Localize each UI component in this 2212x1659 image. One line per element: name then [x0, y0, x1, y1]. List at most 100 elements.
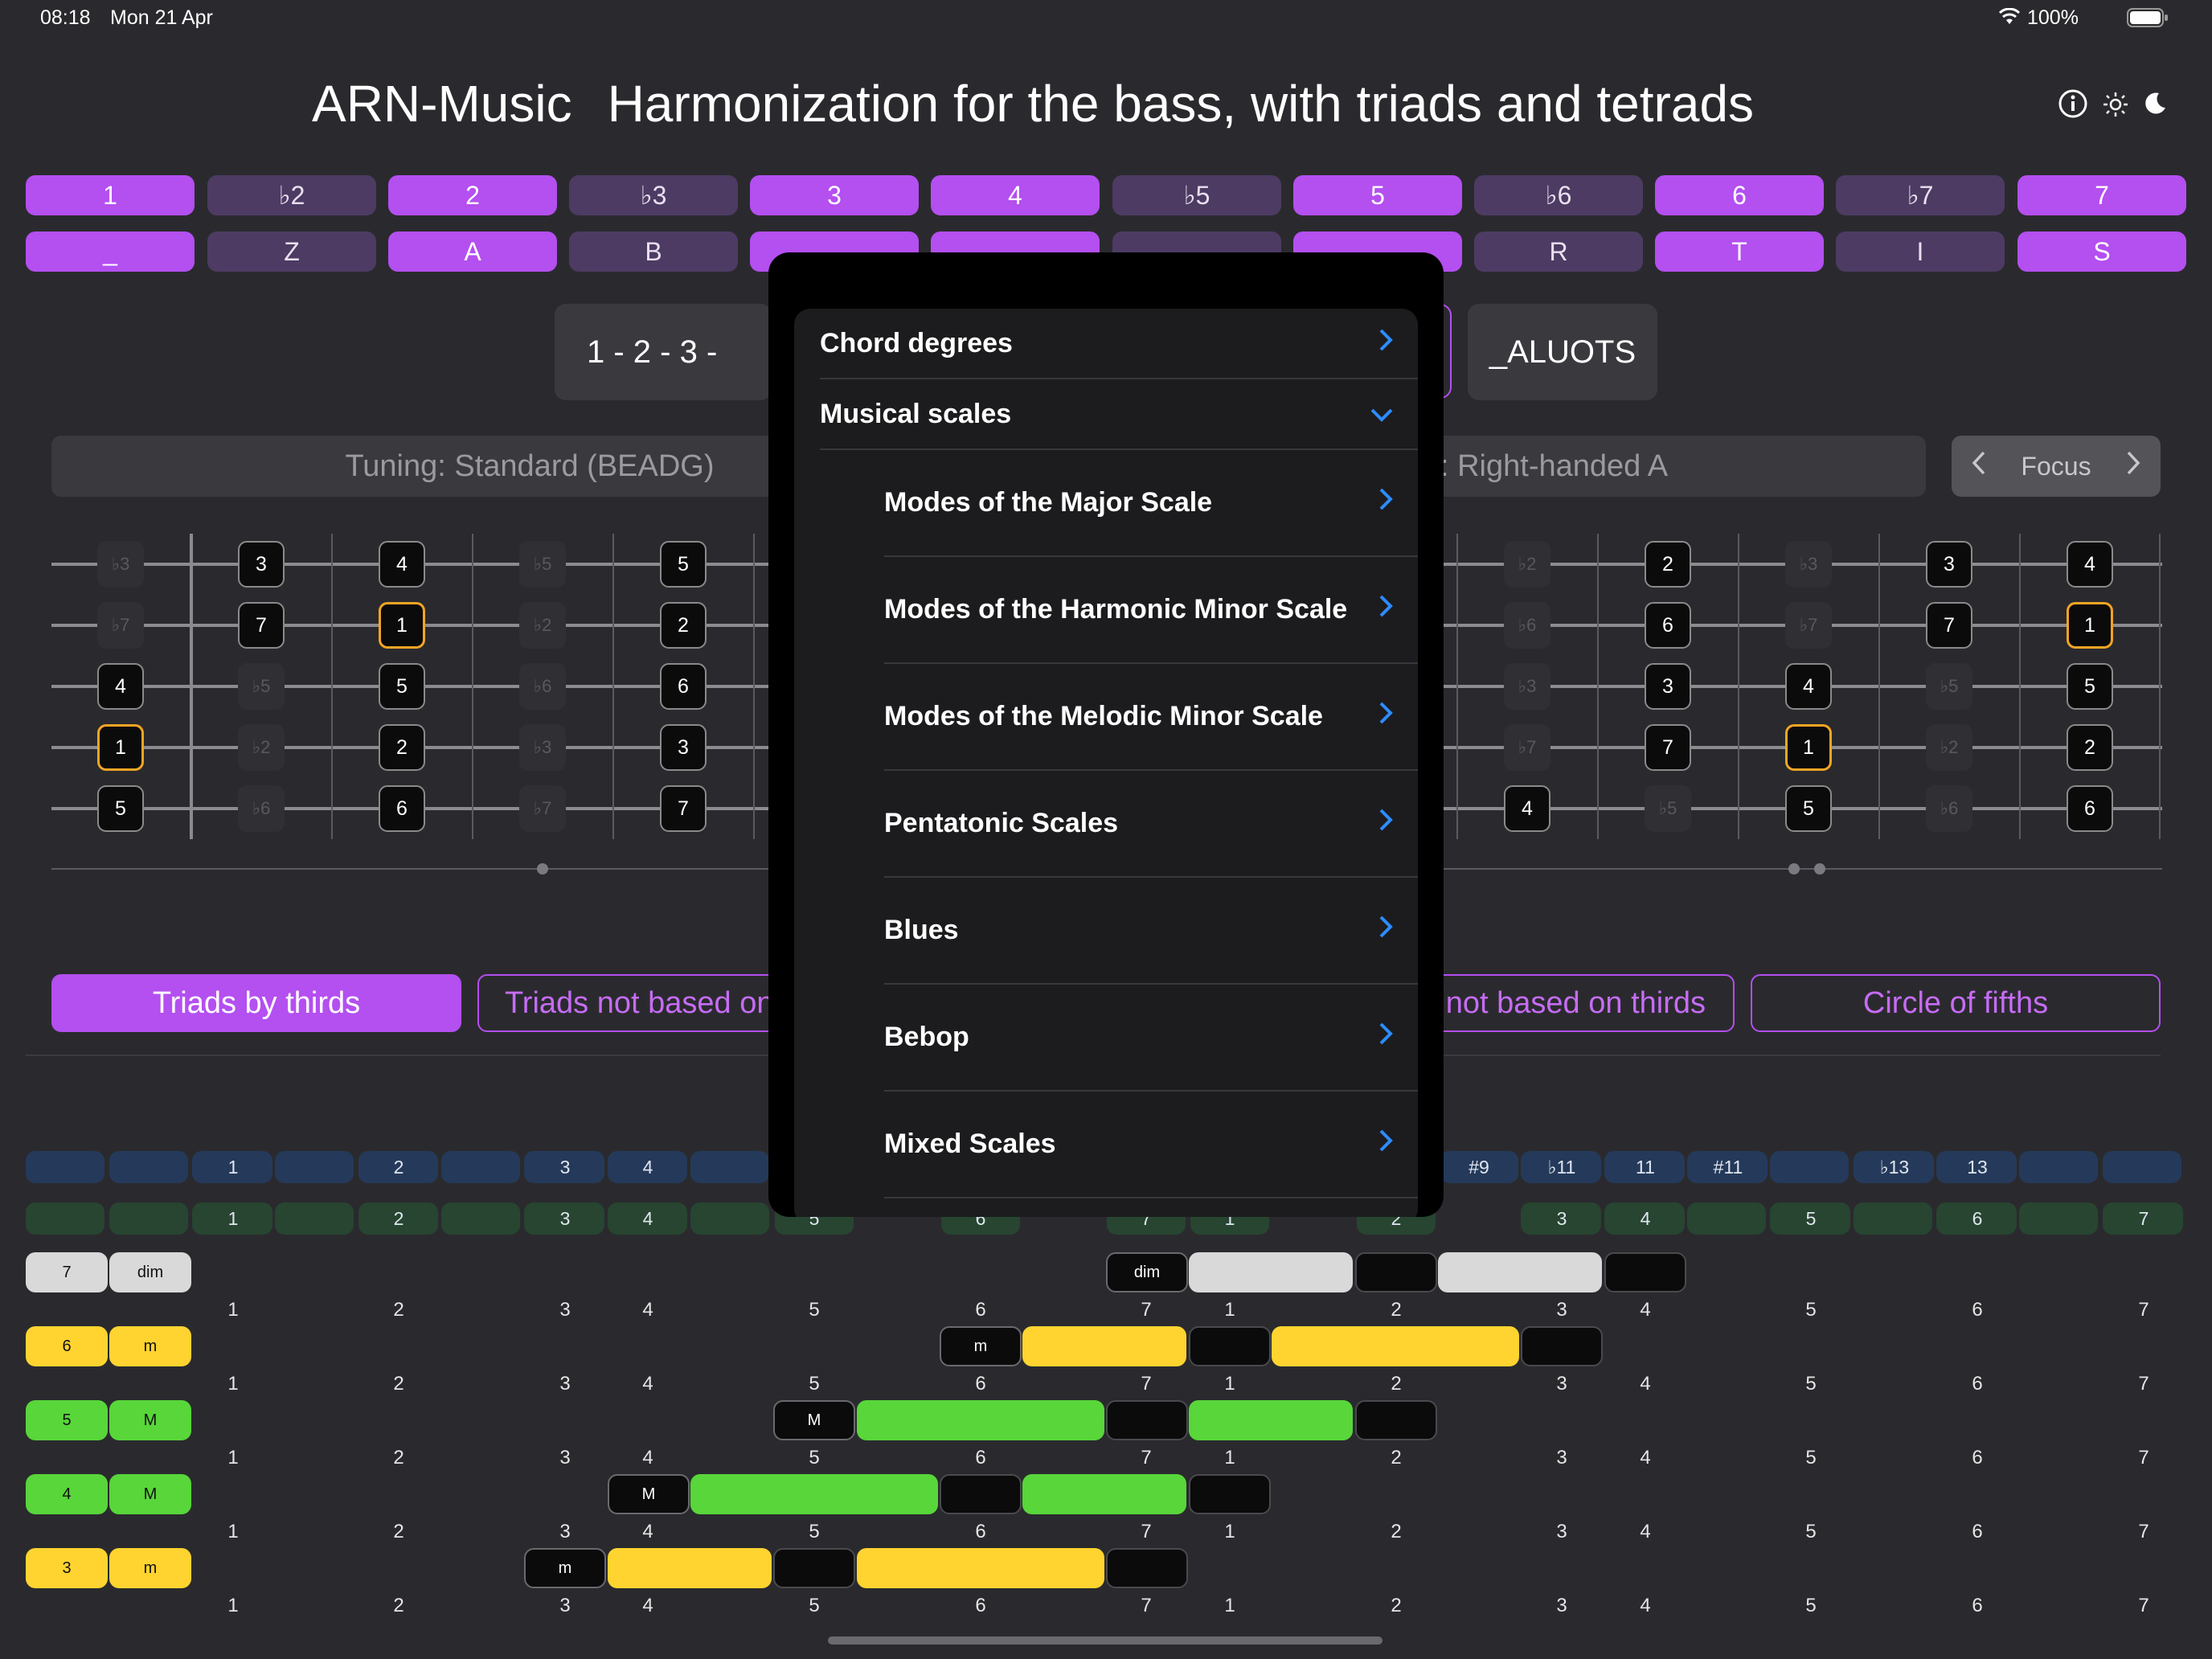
degree-toggle-button[interactable]: ♭5 — [1112, 175, 1281, 215]
moon-icon[interactable] — [2141, 90, 2169, 117]
note-marker[interactable]: 3 — [660, 724, 707, 771]
tab-circle-of-fifths[interactable]: Circle of fifths — [1751, 974, 2161, 1032]
scale-degree-number: 6 — [1972, 1595, 1983, 1616]
note-marker[interactable]: 4 — [1504, 785, 1550, 832]
degree-toggle-button[interactable]: 2 — [388, 175, 557, 215]
menu-scale-item[interactable]: Bebop — [884, 985, 1418, 1090]
note-marker[interactable]: 6 — [1645, 602, 1691, 649]
letter-toggle-button[interactable]: B — [569, 231, 738, 272]
letter-toggle-button[interactable]: T — [1655, 231, 1824, 272]
note-marker[interactable]: 6 — [2067, 785, 2113, 832]
inactive-note-marker[interactable]: ♭7 — [1785, 602, 1832, 649]
scale-degree-number: 3 — [559, 1447, 571, 1469]
inactive-note-marker[interactable]: ♭6 — [519, 663, 566, 710]
chord-degree-label: 3 — [26, 1548, 108, 1588]
note-marker[interactable]: 5 — [379, 663, 425, 710]
note-marker[interactable]: 5 — [1785, 785, 1832, 832]
degree-toggle-button[interactable]: 1 — [26, 175, 195, 215]
menu-item-label: Mixed Scales — [884, 1129, 1056, 1159]
root-note-marker[interactable]: 1 — [2067, 602, 2113, 649]
fret-line — [331, 534, 333, 839]
degree-toggle-button[interactable]: ♭2 — [207, 175, 376, 215]
note-marker[interactable]: 3 — [238, 541, 285, 588]
degree-toggle-button[interactable]: ♭3 — [569, 175, 738, 215]
note-marker[interactable]: 2 — [1645, 541, 1691, 588]
note-marker[interactable]: 5 — [2067, 663, 2113, 710]
menu-scale-item[interactable]: Mixed Scales — [884, 1092, 1418, 1197]
letter-toggle-button[interactable]: S — [2017, 231, 2186, 272]
inactive-note-marker[interactable]: ♭3 — [519, 724, 566, 771]
menu-scale-item[interactable]: Pentatonic Scales — [884, 771, 1418, 876]
note-marker[interactable]: 2 — [2067, 724, 2113, 771]
degree-toggle-button[interactable]: 3 — [750, 175, 919, 215]
note-marker[interactable]: 2 — [379, 724, 425, 771]
menu-scale-item[interactable]: Blues — [884, 878, 1418, 983]
letter-toggle-button[interactable]: R — [1474, 231, 1643, 272]
inactive-note-marker[interactable]: ♭2 — [519, 602, 566, 649]
menu-scale-item[interactable]: Modes of the Melodic Minor Scale — [884, 664, 1418, 769]
inactive-note-marker[interactable]: ♭7 — [519, 785, 566, 832]
inactive-note-marker[interactable]: ♭3 — [97, 541, 144, 588]
degree-toggle-button[interactable]: 7 — [2017, 175, 2186, 215]
scale-degree-number: 5 — [1805, 1299, 1817, 1321]
degree-toggle-button[interactable]: ♭6 — [1474, 175, 1643, 215]
note-marker[interactable]: 6 — [660, 663, 707, 710]
info-icon[interactable] — [2058, 88, 2088, 119]
note-marker[interactable]: 4 — [97, 663, 144, 710]
note-marker[interactable]: 2 — [660, 602, 707, 649]
inactive-note-marker[interactable]: ♭2 — [238, 724, 285, 771]
degree-toggle-button[interactable]: 5 — [1293, 175, 1462, 215]
scale-degree-number: 3 — [559, 1595, 571, 1616]
degree-toggle-button[interactable]: ♭7 — [1836, 175, 2005, 215]
degree-toggle-button[interactable]: 4 — [931, 175, 1100, 215]
note-marker[interactable]: 6 — [379, 785, 425, 832]
inactive-note-marker[interactable]: ♭5 — [238, 663, 285, 710]
note-marker[interactable]: 3 — [1645, 663, 1691, 710]
note-marker[interactable]: 7 — [1926, 602, 1972, 649]
root-note-marker[interactable]: 1 — [379, 602, 425, 649]
letter-toggle-button[interactable]: Z — [207, 231, 376, 272]
chevron-left-icon[interactable] — [1971, 450, 1987, 482]
note-marker[interactable]: 4 — [2067, 541, 2113, 588]
inactive-note-marker[interactable]: ♭7 — [1504, 724, 1550, 771]
note-marker[interactable]: 7 — [660, 785, 707, 832]
letter-toggle-button[interactable]: I — [1836, 231, 2005, 272]
note-marker[interactable]: 5 — [660, 541, 707, 588]
scale-degree-number: 4 — [642, 1299, 653, 1321]
menu-musical-scales[interactable]: Musical scales — [820, 379, 1418, 449]
chevron-right-icon[interactable] — [2125, 450, 2141, 482]
tab-triads-by-thirds[interactable]: Triads by thirds — [51, 974, 461, 1032]
note-marker[interactable]: 3 — [1926, 541, 1972, 588]
inactive-note-marker[interactable]: ♭5 — [1926, 663, 1972, 710]
sun-icon[interactable] — [2101, 90, 2130, 119]
inactive-note-marker[interactable]: ♭2 — [1504, 541, 1550, 588]
note-marker[interactable]: 5 — [97, 785, 144, 832]
inactive-note-marker[interactable]: ♭6 — [238, 785, 285, 832]
inactive-note-marker[interactable]: ♭2 — [1926, 724, 1972, 771]
note-marker[interactable]: 4 — [1785, 663, 1832, 710]
inactive-note-marker[interactable]: ♭3 — [1504, 663, 1550, 710]
menu-chord-degrees[interactable]: Chord degrees — [820, 309, 1418, 378]
note-marker[interactable]: 4 — [379, 541, 425, 588]
inactive-note-marker[interactable]: ♭3 — [1785, 541, 1832, 588]
chevron-right-icon — [1378, 1022, 1394, 1053]
note-marker[interactable]: 7 — [1645, 724, 1691, 771]
inactive-note-marker[interactable]: ♭6 — [1926, 785, 1972, 832]
root-note-marker[interactable]: 1 — [97, 724, 144, 771]
letter-toggle-button[interactable]: A — [388, 231, 557, 272]
inactive-note-marker[interactable]: ♭7 — [97, 602, 144, 649]
inactive-note-marker[interactable]: ♭6 — [1504, 602, 1550, 649]
scale-degree-number: 2 — [393, 1373, 404, 1395]
inactive-note-marker[interactable]: ♭5 — [1645, 785, 1691, 832]
degree-toggle-button[interactable]: 6 — [1655, 175, 1824, 215]
inactive-note-marker[interactable]: ♭5 — [519, 541, 566, 588]
menu-scale-item[interactable]: Modes of the Harmonic Minor Scale — [884, 557, 1418, 662]
letter-toggle-button[interactable]: _ — [26, 231, 195, 272]
menu-scale-item[interactable]: Modes of the Major Scale — [884, 450, 1418, 555]
status-time: 08:18 — [40, 6, 91, 29]
chord-gap-bar — [1521, 1326, 1603, 1366]
hand-label: : Right-handed A — [1440, 449, 1669, 483]
scale-degree-number: 3 — [1556, 1595, 1567, 1616]
root-note-marker[interactable]: 1 — [1785, 724, 1832, 771]
note-marker[interactable]: 7 — [238, 602, 285, 649]
